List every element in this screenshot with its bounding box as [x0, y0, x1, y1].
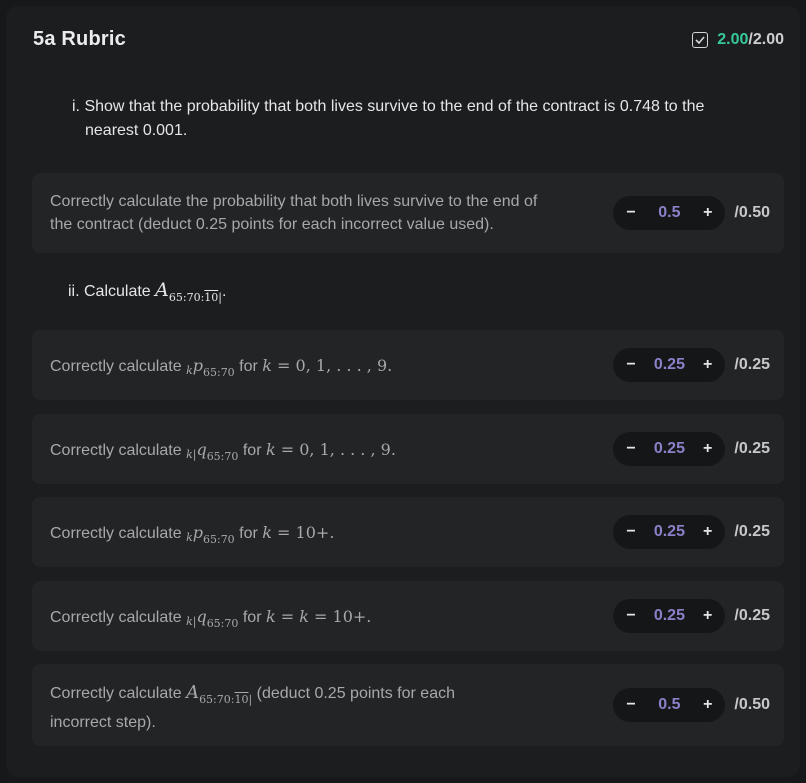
rubric-item-4-prefix: Correctly calculate: [50, 525, 182, 542]
increment-button[interactable]: +: [703, 607, 712, 625]
points-stepper: − 0.25 +: [613, 348, 726, 382]
rubric-item-2-prefix: Correctly calculate: [50, 358, 182, 375]
rubric-item-5-controls: − 0.25 + /0.25: [613, 599, 770, 633]
increment-button[interactable]: +: [703, 204, 712, 222]
rubric-item-2: Correctly calculate kp65:70 for k = 0, 1…: [32, 330, 784, 400]
decrement-button[interactable]: −: [626, 204, 635, 222]
question-i-line1: i. Show that the probability that both l…: [72, 98, 705, 115]
rubric-item-6: Correctly calculate A65:70:10| (deduct 0…: [32, 664, 784, 746]
points-value: 0.25: [653, 440, 685, 457]
rubric-item-6-controls: − 0.5 + /0.50: [613, 688, 770, 722]
math-kq-joint: k|q65:70: [186, 440, 239, 463]
rubric-item-2-text: Correctly calculate kp65:70 for k = 0, 1…: [50, 354, 392, 384]
checkbox-checked-icon: [692, 32, 709, 48]
rubric-item-4: Correctly calculate kp65:70 for k = 10+.…: [32, 497, 784, 567]
rubric-item-5-prefix: Correctly calculate: [50, 609, 182, 626]
rubric-item-1-line2: the contract (deduct 0.25 points for eac…: [50, 216, 494, 233]
rubric-item-3-mid: for: [242, 442, 262, 459]
math-annuity: A: [155, 279, 169, 301]
decrement-button[interactable]: −: [626, 607, 635, 625]
decrement-button[interactable]: −: [626, 523, 635, 541]
question-i: i. Show that the probability that both l…: [72, 95, 787, 143]
rubric-item-4-mid: for: [239, 525, 258, 542]
total-score: 2.00/2.00: [692, 31, 784, 49]
increment-button[interactable]: +: [703, 356, 712, 374]
points-value: 0.25: [653, 356, 685, 373]
rubric-card: 5a Rubric 2.00/2.00 i. Show that the pro…: [6, 6, 800, 777]
rubric-item-2-mid: for: [239, 358, 258, 375]
points-max: /0.25: [734, 523, 770, 540]
rubric-item-6-prefix: Correctly calculate: [50, 685, 182, 702]
math-kp-joint: kp65:70: [186, 523, 235, 546]
increment-button[interactable]: +: [703, 523, 712, 541]
rubric-item-6-line2: incorrect step).: [50, 714, 156, 731]
increment-button[interactable]: +: [703, 696, 712, 714]
math-kq-joint: k|q65:70: [186, 607, 239, 630]
question-ii: ii. Calculate A65:70:10|.: [68, 279, 227, 304]
points-value: 0.5: [658, 204, 681, 221]
points-value: 0.5: [658, 696, 681, 713]
rubric-item-3-controls: − 0.25 + /0.25: [613, 432, 770, 466]
rubric-item-5-mid: for: [242, 609, 262, 626]
points-stepper: − 0.5 +: [613, 196, 726, 230]
score-earned: 2.00: [717, 31, 749, 48]
increment-button[interactable]: +: [703, 440, 712, 458]
question-ii-prefix: ii. Calculate: [68, 283, 151, 300]
points-value: 0.25: [653, 607, 685, 624]
points-max: /0.25: [734, 356, 770, 373]
points-stepper: − 0.25 +: [613, 432, 726, 466]
rubric-title: 5a Rubric: [33, 28, 126, 50]
math-annuity: A: [186, 682, 200, 703]
math-kp-joint: kp65:70: [186, 356, 235, 379]
decrement-button[interactable]: −: [626, 356, 635, 374]
rubric-item-6-suffix: (deduct 0.25 points for each: [256, 685, 455, 702]
rubric-item-2-controls: − 0.25 + /0.25: [613, 348, 770, 382]
rubric-item-5: Correctly calculate k|q65:70 for k = k =…: [32, 581, 784, 651]
points-stepper: − 0.5 +: [613, 688, 726, 722]
score-max: 2.00: [752, 31, 784, 48]
points-stepper: − 0.25 +: [613, 599, 726, 633]
rubric-item-1-controls: − 0.5 + /0.50: [613, 196, 770, 230]
rubric-item-3: Correctly calculate k|q65:70 for k = 0, …: [32, 414, 784, 484]
math-k-range: k = 0, 1, . . . , 9.: [265, 440, 396, 459]
points-stepper: − 0.25 +: [613, 515, 726, 549]
rubric-item-4-text: Correctly calculate kp65:70 for k = 10+.: [50, 521, 334, 551]
math-k-range: k = 10+.: [262, 523, 335, 542]
math-annuity-subscript: 65:70:10|: [199, 693, 253, 706]
decrement-button[interactable]: −: [626, 696, 635, 714]
math-annuity-subscript: 65:70:10|: [168, 291, 223, 304]
rubric-item-3-prefix: Correctly calculate: [50, 442, 182, 459]
math-k-range: k = k = 10+.: [265, 607, 372, 626]
points-max: /0.50: [734, 696, 770, 713]
question-i-line2: nearest 0.001.: [85, 122, 188, 139]
points-max: /0.50: [734, 204, 770, 221]
points-max: /0.25: [734, 440, 770, 457]
rubric-item-3-text: Correctly calculate k|q65:70 for k = 0, …: [50, 438, 396, 468]
rubric-item-1: Correctly calculate the probability that…: [32, 173, 784, 253]
points-value: 0.25: [653, 523, 685, 540]
math-k-range: k = 0, 1, . . . , 9.: [262, 356, 393, 375]
decrement-button[interactable]: −: [626, 440, 635, 458]
rubric-item-5-text: Correctly calculate k|q65:70 for k = k =…: [50, 605, 371, 635]
rubric-item-1-line1: Correctly calculate the probability that…: [50, 193, 538, 210]
rubric-item-6-text: Correctly calculate A65:70:10| (deduct 0…: [50, 681, 455, 734]
rubric-item-1-text: Correctly calculate the probability that…: [50, 190, 537, 236]
rubric-item-4-controls: − 0.25 + /0.25: [613, 515, 770, 549]
points-max: /0.25: [734, 607, 770, 624]
